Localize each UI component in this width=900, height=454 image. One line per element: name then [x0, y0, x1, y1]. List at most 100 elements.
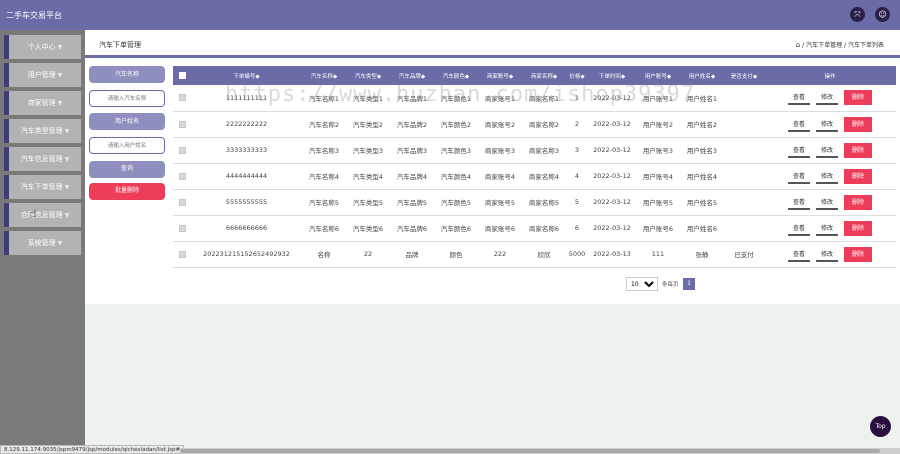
back-to-top-button[interactable]: Top [870, 416, 891, 437]
sidebar-item-car-types[interactable]: 汽车类型管理 ▼ [4, 119, 81, 143]
row-select-cell[interactable] [173, 85, 191, 111]
view-button[interactable]: 查看 [787, 116, 810, 132]
delete-button[interactable]: 删除 [844, 194, 873, 210]
view-button[interactable]: 查看 [787, 220, 810, 236]
row-select-cell[interactable] [173, 215, 191, 241]
sidebar-item-label: 系统管理 [27, 239, 56, 247]
row-select-cell[interactable] [173, 111, 191, 137]
edit-button[interactable]: 修改 [815, 194, 838, 210]
row-select-cell[interactable] [173, 241, 191, 267]
delete-button[interactable]: 删除 [844, 246, 873, 262]
sidebar-item-system[interactable]: 系统管理 ▼ [4, 231, 81, 255]
select-all-checkbox[interactable] [178, 72, 186, 79]
table-cell: 2222222222 [225, 120, 268, 128]
delete-button[interactable]: 删除 [844, 220, 873, 236]
view-button[interactable]: 查看 [787, 142, 810, 158]
sidebar-item-label: 用户管理 [27, 71, 56, 79]
view-button[interactable]: 查看 [787, 246, 810, 262]
column-header[interactable]: 是否支付◆ [724, 66, 764, 85]
column-header[interactable]: 汽车类型◆ [346, 66, 390, 85]
batch-delete-button[interactable]: 批量删除 [89, 183, 165, 200]
page-size-select[interactable]: 10 [626, 277, 658, 291]
chevron-down-icon: ▼ [57, 100, 63, 107]
table-cell: 汽车类型3 [352, 147, 384, 155]
car-name-label: 汽车名称 [89, 66, 165, 83]
column-header[interactable]: 商家名称◆ [522, 66, 566, 85]
column-header[interactable]: 下单编号◆ [191, 66, 302, 85]
row-checkbox[interactable] [178, 224, 186, 232]
edit-button[interactable]: 修改 [815, 116, 838, 132]
table-cell: 用户账号5 [642, 199, 674, 207]
table-cell: 用户姓名5 [686, 199, 718, 207]
column-header[interactable]: 汽车品牌◆ [390, 66, 434, 85]
delete-button[interactable]: 删除 [844, 168, 873, 184]
home-icon[interactable]: ⌂ [796, 41, 800, 49]
car-name-input[interactable] [89, 90, 165, 107]
table-cell: 商家账号4 [484, 173, 516, 181]
table-cell: 商家名称5 [528, 199, 560, 207]
edit-button[interactable]: 修改 [815, 142, 838, 158]
sidebar-item-car-info[interactable]: 汽车信息管理 ▼ [4, 147, 81, 171]
row-select-cell[interactable] [173, 189, 191, 215]
edit-button[interactable]: 修改 [815, 168, 838, 184]
view-button[interactable]: 查看 [787, 168, 810, 184]
delete-button[interactable]: 删除 [844, 142, 873, 158]
row-actions: 查看 修改 删除 [764, 163, 896, 189]
row-checkbox[interactable] [178, 250, 186, 258]
column-header[interactable]: 用户姓名◆ [680, 66, 724, 85]
table-cell: 222 [493, 250, 507, 258]
row-checkbox[interactable] [178, 120, 186, 128]
sidebar-item-contracts[interactable]: 合同信息管理 ▼ [4, 203, 81, 227]
user-icon[interactable]: ☺ [875, 7, 890, 22]
orders-table: 下单编号◆ 汽车名称◆ 汽车类型◆ 汽车品牌◆ 汽车颜色◆ 商家账号◆ 商家名称… [173, 66, 896, 268]
table-cell: 汽车名称4 [308, 173, 340, 181]
row-select-cell[interactable] [173, 137, 191, 163]
sidebar-item-users[interactable]: 用户管理 ▼ [4, 63, 81, 87]
sidebar-item-merchants[interactable]: 商家管理 ▼ [4, 91, 81, 115]
breadcrumb-sep: / [844, 42, 847, 49]
table-header-row: 下单编号◆ 汽车名称◆ 汽车类型◆ 汽车品牌◆ 汽车颜色◆ 商家账号◆ 商家名称… [173, 66, 896, 85]
table-cell: 2022-03-12 [593, 172, 631, 180]
sidebar-item-label: 汽车下单管理 [20, 183, 63, 191]
row-checkbox[interactable] [178, 198, 186, 206]
delete-button[interactable]: 删除 [844, 116, 873, 132]
edit-button[interactable]: 修改 [815, 90, 838, 106]
row-actions: 查看 修改 删除 [764, 137, 896, 163]
search-button[interactable]: 查询 [89, 161, 165, 178]
table-cell: 商家名称6 [528, 225, 560, 233]
breadcrumb: ⌂ / 汽车下单管理 / 汽车下单列表 [796, 40, 884, 49]
column-header[interactable]: 汽车名称◆ [302, 66, 346, 85]
horizontal-scrollbar[interactable] [180, 448, 900, 454]
column-header[interactable]: 商家账号◆ [478, 66, 522, 85]
row-actions: 查看 修改 删除 [764, 189, 896, 215]
column-header[interactable]: 用户账号◆ [636, 66, 680, 85]
page-title: 汽车下单管理 [99, 41, 141, 49]
edit-button[interactable]: 修改 [815, 246, 838, 262]
table-cell: 用户账号4 [642, 173, 674, 181]
table-cell: 汽车名称3 [308, 147, 340, 155]
edit-button[interactable]: 修改 [815, 220, 838, 236]
column-header[interactable]: 价格◆ [566, 66, 588, 85]
view-button[interactable]: 查看 [787, 90, 810, 106]
page-number-button[interactable]: 1 [683, 278, 695, 290]
row-checkbox[interactable] [178, 172, 186, 180]
table-cell: 6 [574, 224, 580, 232]
select-all-cell[interactable] [173, 66, 191, 85]
table-cell: 商家账号5 [484, 199, 516, 207]
user-name-input[interactable] [89, 137, 165, 154]
table-cell: 2022-03-12 [593, 198, 631, 206]
column-header[interactable]: 下单时间◆ [588, 66, 636, 85]
view-button[interactable]: 查看 [787, 194, 810, 210]
scrollbar-thumb[interactable] [180, 449, 880, 453]
column-header[interactable]: 汽车颜色◆ [434, 66, 478, 85]
row-checkbox[interactable] [178, 146, 186, 154]
expand-icon[interactable]: ⤧ [850, 7, 865, 22]
sidebar-item-personal-center[interactable]: 个人中心 ▼ [4, 35, 81, 59]
breadcrumb-item[interactable]: 汽车下单管理 [806, 42, 842, 49]
table-cell: 汽车名称6 [308, 225, 340, 233]
row-select-cell[interactable] [173, 163, 191, 189]
row-checkbox[interactable] [178, 94, 186, 102]
sidebar-item-car-orders[interactable]: 汽车下单管理 ▼ [4, 175, 81, 199]
table-cell: 5 [574, 198, 580, 206]
delete-button[interactable]: 删除 [844, 90, 873, 106]
